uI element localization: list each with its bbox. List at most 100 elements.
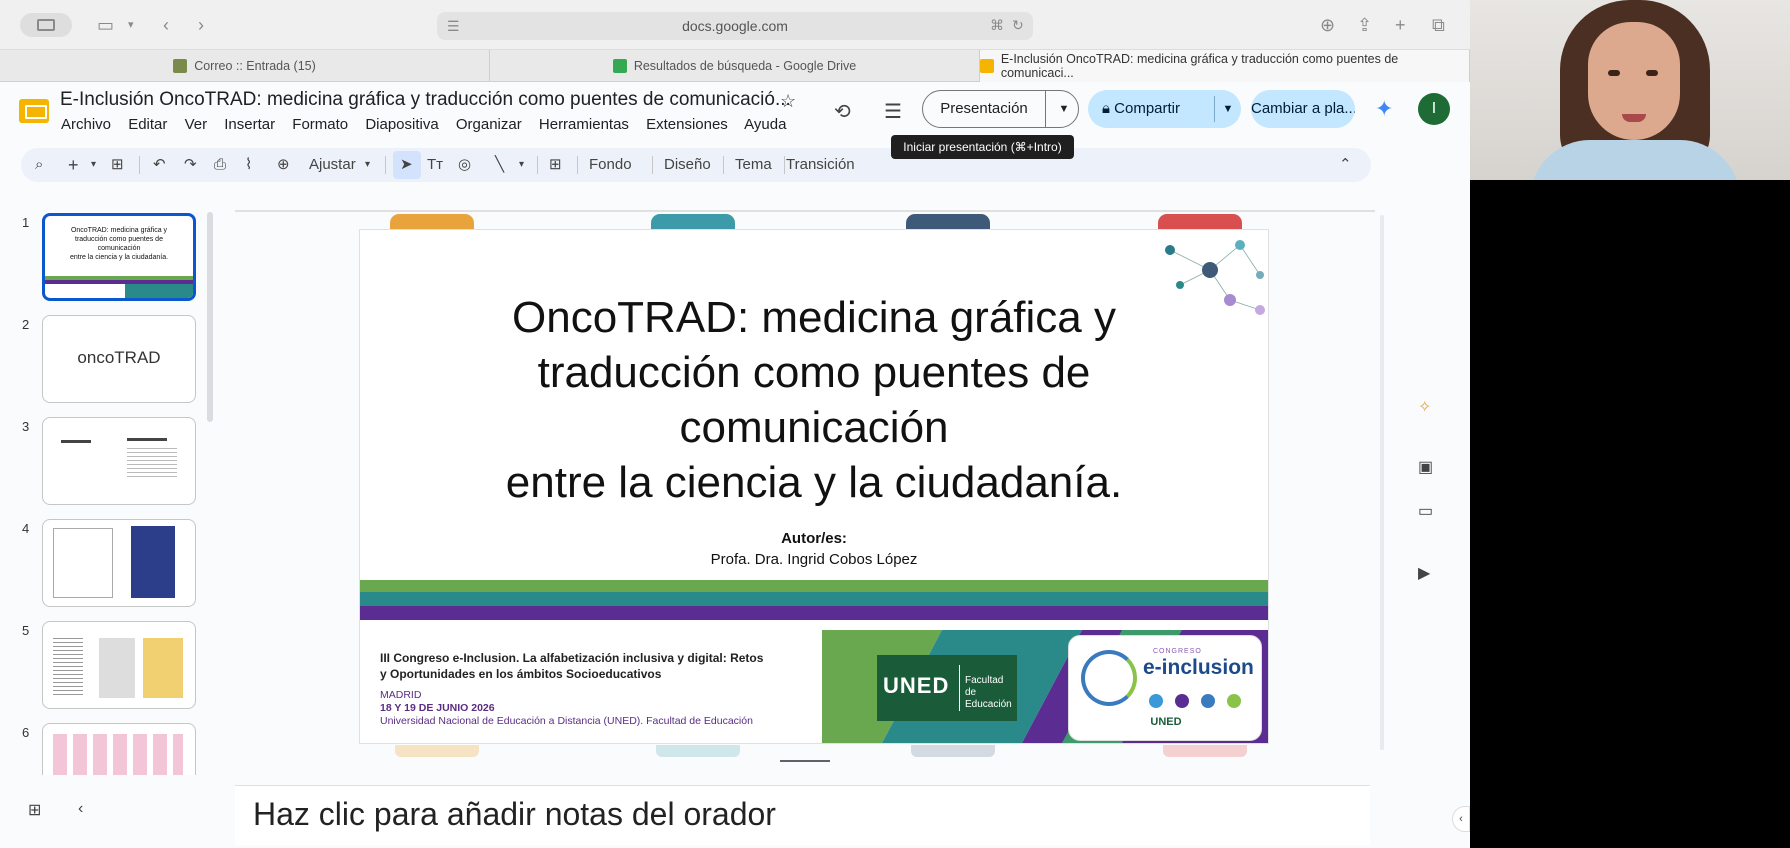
comment-add-icon[interactable]: ⊞ xyxy=(549,148,562,182)
doc-title[interactable]: E-Inclusión OncoTRAD: medicina gráfica y… xyxy=(60,89,791,111)
menu-organizar[interactable]: Organizar xyxy=(456,116,522,133)
zoom-icon[interactable]: ⊕ xyxy=(277,148,290,182)
slide-thumbnails: 1 OncoTRAD: medicina gráfica y traducció… xyxy=(0,205,220,775)
menu-archivo[interactable]: Archivo xyxy=(61,116,111,133)
thumbnail-scrollbar[interactable] xyxy=(207,212,213,422)
menu-editar[interactable]: Editar xyxy=(128,116,167,133)
background-button[interactable]: Fondo xyxy=(589,148,632,182)
band-purple xyxy=(360,606,1268,620)
folder-icon[interactable]: ▭ xyxy=(1418,501,1433,521)
cursor-icon[interactable]: ➤ xyxy=(400,148,413,182)
collapse-toolbar-icon[interactable]: ⌃ xyxy=(1339,148,1352,182)
tab-drive[interactable]: Resultados de búsqueda - Google Drive xyxy=(490,50,980,82)
zoom-select[interactable]: Ajustar xyxy=(309,148,356,182)
menu-herramientas[interactable]: Herramientas xyxy=(539,116,629,133)
paint-format-icon[interactable]: ⌇ xyxy=(245,148,252,182)
thumbnail-slide-4[interactable] xyxy=(42,519,196,607)
sparkle-icon[interactable]: ✧ xyxy=(1418,397,1431,417)
divider xyxy=(577,156,578,174)
e-inclusion-logo: CONGRESO e-inclusion UNED xyxy=(1068,635,1262,741)
thumb-text-line xyxy=(61,440,91,443)
undo-icon[interactable]: ↶ xyxy=(153,148,166,182)
thumb-page xyxy=(53,638,83,698)
thumb-title: OncoTRAD: medicina gráfica y traducción … xyxy=(45,226,193,262)
new-tab-icon[interactable]: + xyxy=(1395,14,1406,36)
menu-ver[interactable]: Ver xyxy=(185,116,208,133)
forward-icon[interactable]: › xyxy=(198,14,204,36)
add-icon[interactable]: + xyxy=(68,148,79,182)
translate-icon[interactable]: ⌘ xyxy=(990,17,1004,34)
thumb-comic xyxy=(143,638,183,698)
author-name[interactable]: Profa. Dra. Ingrid Cobos López xyxy=(360,551,1268,568)
speaker-notes[interactable]: Haz clic para añadir notas del orador xyxy=(235,785,1370,845)
uned-logo: UNED Facultad de Educación xyxy=(877,655,1017,721)
text-box-icon[interactable]: Tт xyxy=(427,148,443,182)
new-slide-icon[interactable]: ⊞ xyxy=(111,148,124,182)
tabs-overview-icon[interactable]: ⧉ xyxy=(1432,14,1445,36)
grid-view-icon[interactable]: ⊞ xyxy=(28,800,41,820)
chevron-down-icon[interactable]: ▾ xyxy=(128,14,134,36)
image-edit-icon[interactable]: ▣ xyxy=(1418,457,1433,477)
menu-extensiones[interactable]: Extensiones xyxy=(646,116,728,133)
print-icon[interactable]: ⎙ xyxy=(214,148,226,182)
switch-button[interactable]: Cambiar a pla... xyxy=(1251,90,1355,128)
transition-button[interactable]: Transición xyxy=(786,148,855,182)
menu-formato[interactable]: Formato xyxy=(292,116,348,133)
slide-title[interactable]: OncoTRAD: medicina gráfica y traducción … xyxy=(360,290,1268,510)
chevron-down-icon[interactable]: ▾ xyxy=(365,148,370,182)
menu-bar: Archivo Editar Ver Insertar Formato Diap… xyxy=(61,116,799,133)
reload-icon[interactable]: ↻ xyxy=(1012,17,1024,34)
layout-button[interactable]: Diseño xyxy=(664,148,711,182)
side-panel-toggle[interactable]: ‹ xyxy=(1452,806,1470,832)
current-slide[interactable]: OncoTRAD: medicina gráfica y traducción … xyxy=(360,230,1268,743)
theme-button[interactable]: Tema xyxy=(735,148,772,182)
line-icon[interactable]: ╲ xyxy=(495,148,504,182)
chevron-down-icon[interactable]: ▾ xyxy=(91,148,96,182)
thumb-line: traducción como puentes de xyxy=(75,236,163,243)
share-button[interactable]: 🔒︎ Compartir ▼ xyxy=(1088,90,1241,128)
search-icon[interactable]: ⌕ xyxy=(35,148,43,182)
tab-slides[interactable]: E-Inclusión OncoTRAD: medicina gráfica y… xyxy=(980,50,1470,82)
chevron-down-icon[interactable]: ▼ xyxy=(1051,91,1077,127)
avatar[interactable]: I xyxy=(1418,93,1450,125)
author-heading[interactable]: Autor/es: xyxy=(360,530,1268,547)
next-slide-tab xyxy=(656,745,740,757)
divider xyxy=(959,665,960,711)
star-icon[interactable]: ☆ xyxy=(780,91,796,112)
sidebar-toggle-button[interactable] xyxy=(20,13,72,37)
address-bar[interactable]: ☰ docs.google.com ⌘ ↻ xyxy=(437,12,1033,40)
divider xyxy=(1214,96,1215,122)
chevron-down-icon[interactable]: ▼ xyxy=(1216,90,1240,128)
congress-title-1: III Congreso e-Inclusion. La alfabetizac… xyxy=(380,651,764,665)
gemini-icon[interactable]: ✦ xyxy=(1375,96,1393,122)
thumb-line: entre la ciencia y la ciudadanía. xyxy=(69,254,169,261)
present-label: Presentación xyxy=(940,100,1028,117)
title-line: traducción como puentes de xyxy=(537,348,1091,397)
back-icon[interactable]: ‹ xyxy=(163,14,169,36)
tab-overview-icon[interactable]: ▭ xyxy=(97,14,114,36)
present-button[interactable]: Presentación ▼ xyxy=(922,90,1079,128)
share-icon[interactable]: ⇪ xyxy=(1357,14,1372,36)
history-icon[interactable]: ⟲ xyxy=(834,99,851,124)
collapse-panel-icon[interactable]: ‹ xyxy=(78,800,83,818)
menu-ayuda[interactable]: Ayuda xyxy=(744,116,786,133)
thumbnail-slide-5[interactable] xyxy=(42,621,196,709)
thumbnail-slide-3[interactable] xyxy=(42,417,196,505)
tab-correo[interactable]: Correo :: Entrada (15) xyxy=(0,50,490,82)
menu-diapositiva[interactable]: Diapositiva xyxy=(365,116,438,133)
menu-insertar[interactable]: Insertar xyxy=(224,116,275,133)
notes-resize-handle[interactable] xyxy=(780,760,830,762)
video-icon[interactable]: ▶ xyxy=(1418,563,1430,583)
divider xyxy=(723,156,724,174)
thumbnail-slide-2[interactable]: oncoTRAD xyxy=(42,315,196,403)
download-icon[interactable]: ⊕ xyxy=(1320,14,1335,36)
comments-icon[interactable]: ☰ xyxy=(884,99,902,124)
thumbnail-slide-6[interactable] xyxy=(42,723,196,775)
slides-logo-icon[interactable] xyxy=(19,99,49,123)
chevron-down-icon[interactable]: ▾ xyxy=(519,148,524,182)
thumbnail-slide-1[interactable]: OncoTRAD: medicina gráfica y traducción … xyxy=(42,213,196,301)
next-slide-tab xyxy=(1163,745,1247,757)
canvas-scrollbar[interactable] xyxy=(1380,215,1384,750)
shape-icon[interactable]: ◎ xyxy=(458,148,471,182)
redo-icon[interactable]: ↷ xyxy=(184,148,197,182)
